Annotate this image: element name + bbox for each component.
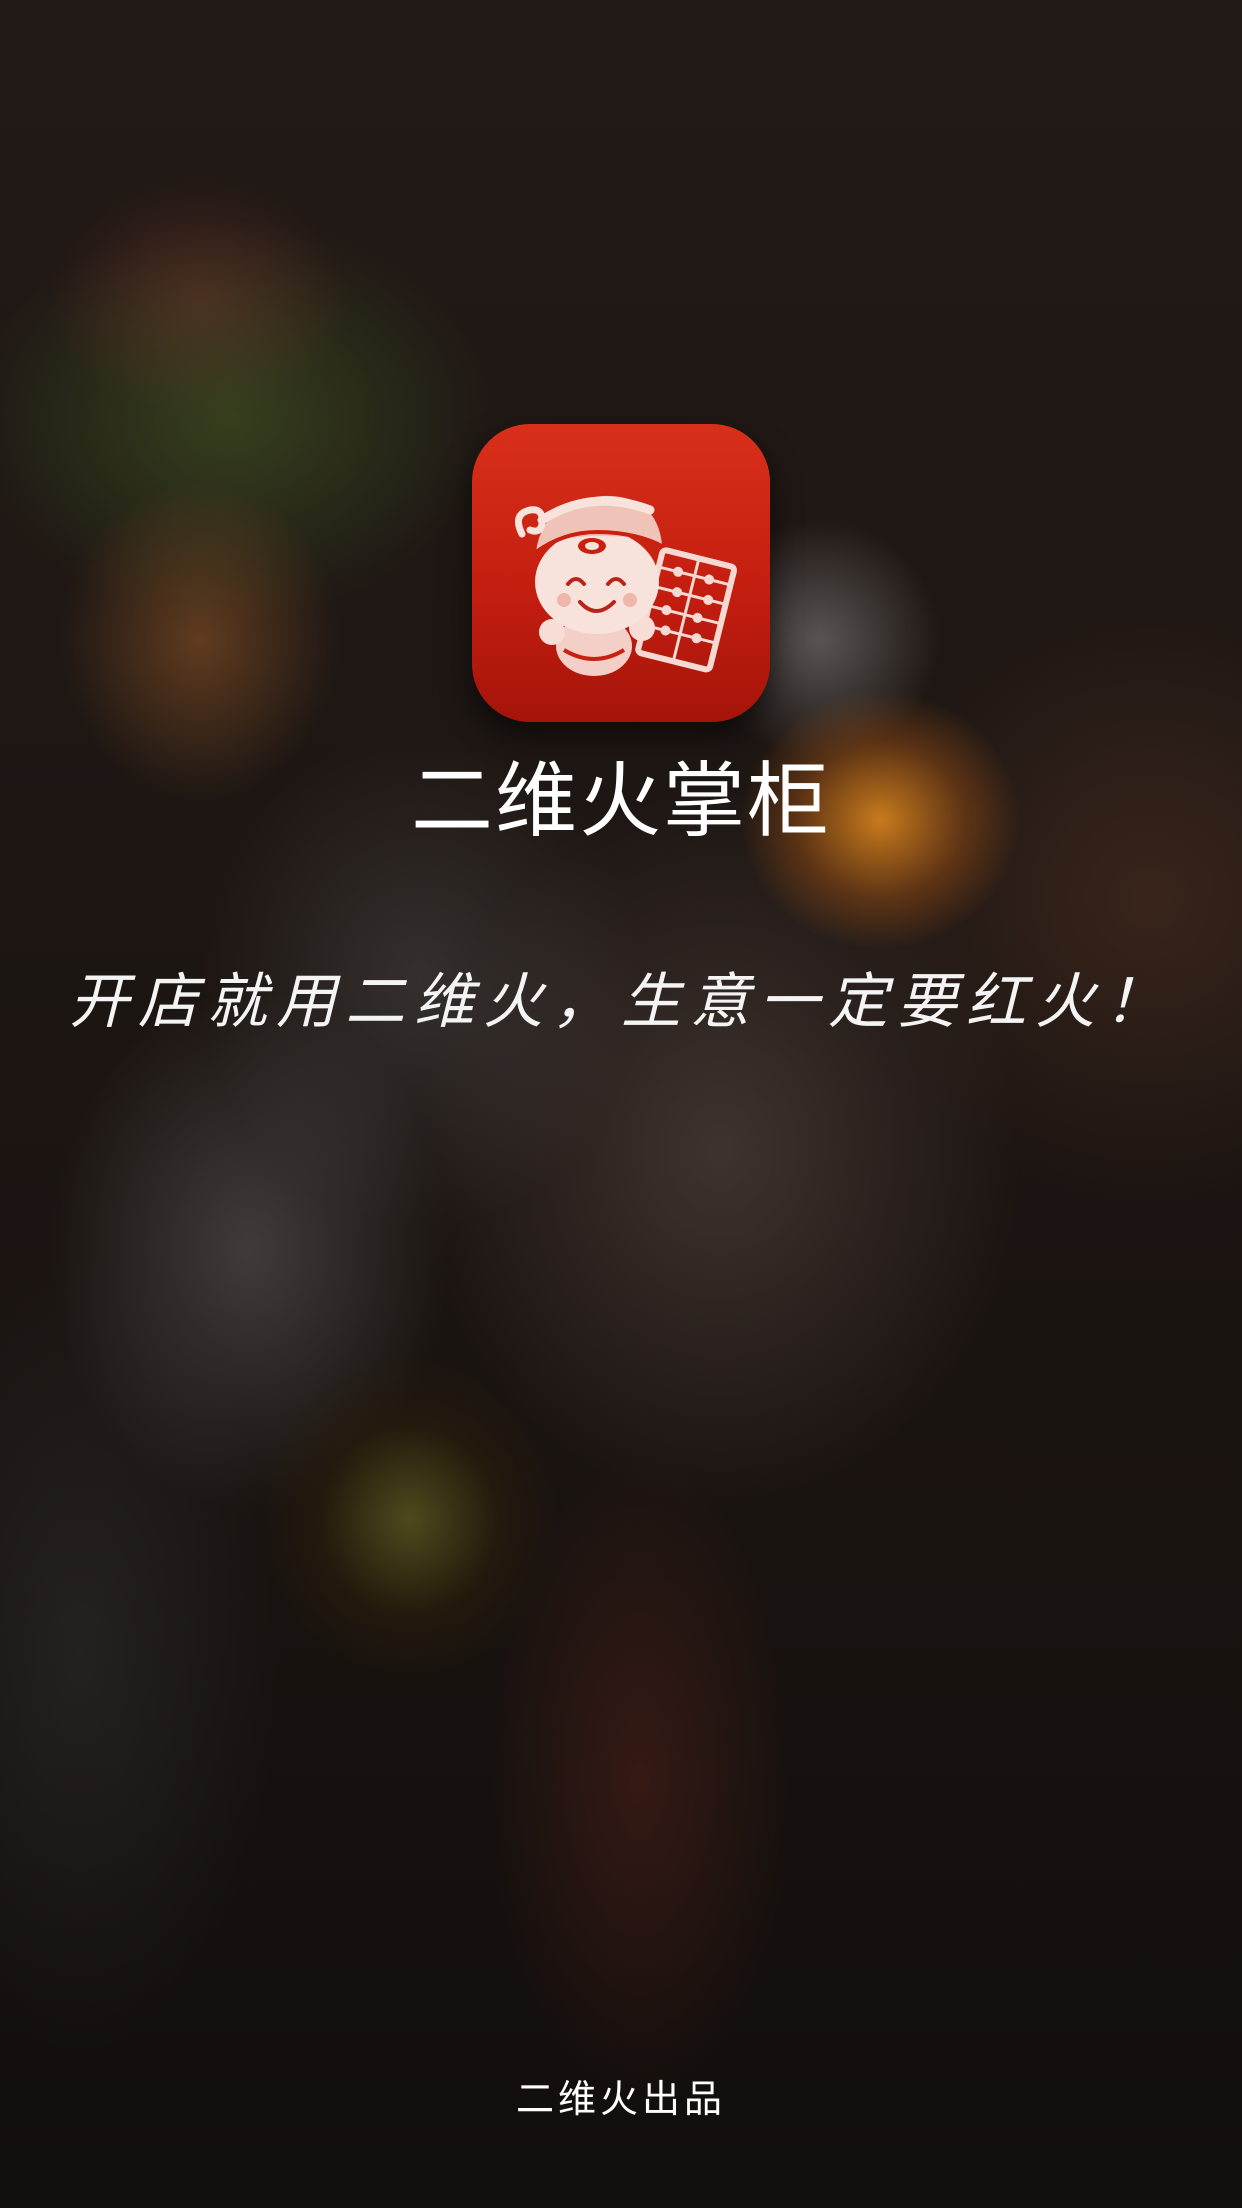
slogan: 开店就用二维火，生意一定要红火！ bbox=[69, 967, 1173, 1037]
app-name: 二维火掌柜 bbox=[410, 754, 831, 849]
publisher-credit: 二维火出品 bbox=[515, 2077, 726, 2121]
app-logo-icon bbox=[472, 424, 770, 722]
splash-screen: 二维火掌柜 开店就用二维火，生意一定要红火！ 二维火出品 bbox=[0, 0, 1242, 2208]
shopkeeper-mascot-icon bbox=[514, 495, 737, 676]
